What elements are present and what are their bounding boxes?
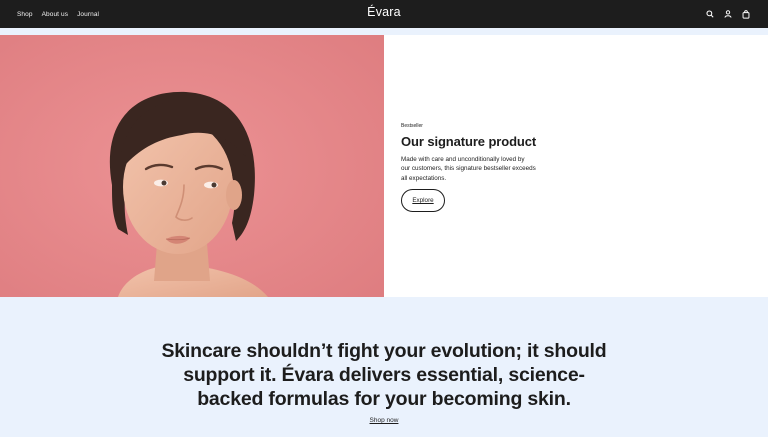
description-line: all expectations. <box>401 174 447 182</box>
top-navigation-bar: Shop About us Journal Évara <box>0 0 768 28</box>
header-divider-strip <box>0 28 768 35</box>
brand-mission-section: Skincare shouldn’t fight your evolution;… <box>0 297 768 437</box>
brand-logo[interactable]: Évara <box>0 5 768 19</box>
search-icon[interactable] <box>705 10 714 19</box>
product-description: Made with care and unconditionally loved… <box>401 155 559 183</box>
mission-line: Skincare shouldn’t fight your evolution;… <box>161 340 607 362</box>
product-heading: Our signature product <box>401 134 537 149</box>
explore-button[interactable]: Explore <box>401 189 445 213</box>
mission-statement: Skincare shouldn’t fight your evolution;… <box>0 339 768 411</box>
hero-image <box>0 35 384 297</box>
mission-line: backed formulas for your becoming skin. <box>197 388 571 410</box>
account-icon[interactable] <box>723 10 732 19</box>
mission-line: support it. Évara delivers essential, sc… <box>183 364 585 386</box>
woman-portrait-illustration <box>0 35 384 297</box>
hero-text-block: Bestseller Our signature product Made wi… <box>401 123 566 213</box>
shop-now-link[interactable]: Shop now <box>0 417 768 424</box>
description-line: Made with care and unconditionally loved… <box>401 156 525 163</box>
bestseller-eyebrow: Bestseller <box>401 123 423 129</box>
cart-icon[interactable] <box>741 9 750 19</box>
signature-product-section: Bestseller Our signature product Made wi… <box>0 35 768 297</box>
header-icons <box>705 0 750 28</box>
description-line: our customers, this signature bestseller… <box>401 165 536 173</box>
